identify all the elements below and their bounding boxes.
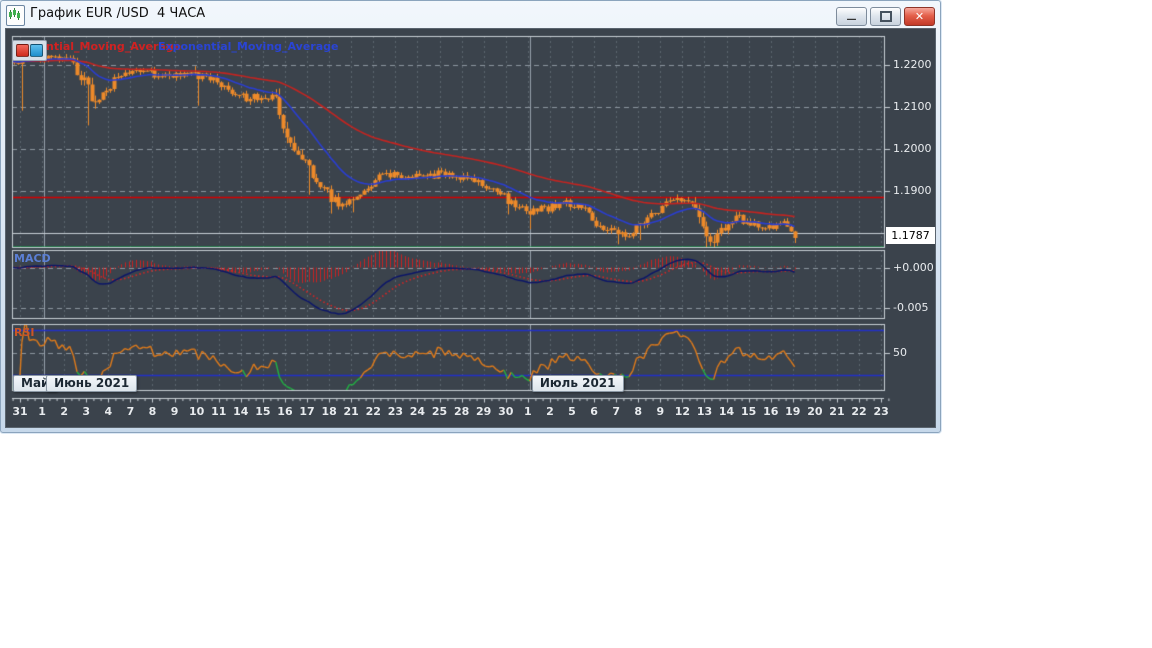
indicator-blue-button[interactable] xyxy=(30,44,43,57)
chart-plot-area[interactable] xyxy=(0,0,1152,648)
indicator-red-button[interactable] xyxy=(16,44,29,57)
indicator-buttons-panel xyxy=(12,40,47,61)
